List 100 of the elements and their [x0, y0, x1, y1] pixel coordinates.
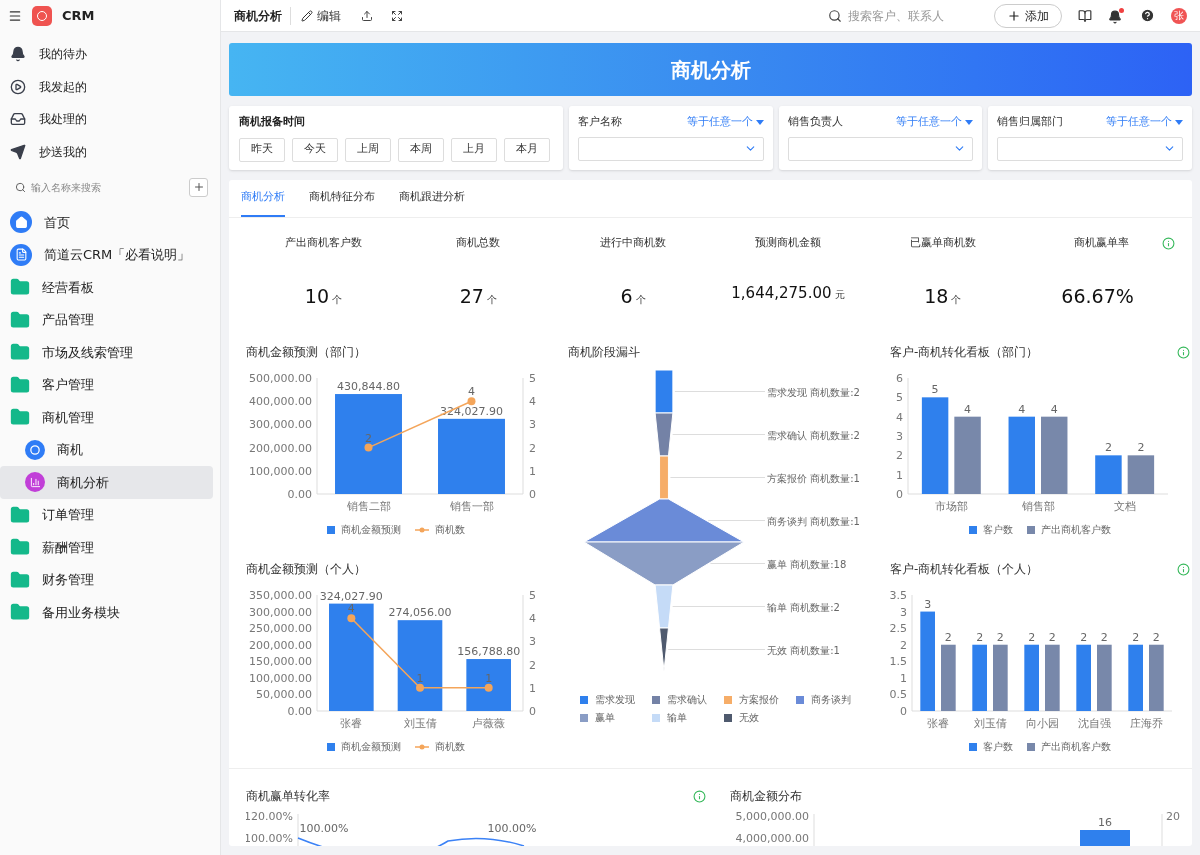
axis-tick-label: 0.00: [287, 705, 312, 718]
filter-label: 商机报备时间: [239, 114, 306, 130]
search-icon: [15, 181, 26, 193]
sidebar-item[interactable]: 抄送我的: [0, 135, 220, 168]
operator-dropdown[interactable]: 等于任意一个: [896, 114, 974, 131]
info-icon[interactable]: [1177, 345, 1190, 359]
axis-category-label: 庄海乔: [1129, 717, 1163, 730]
axis-tick-label: 5: [896, 391, 903, 405]
sidebar-item[interactable]: 我发起的: [0, 70, 220, 103]
book-icon[interactable]: [1078, 8, 1092, 23]
sidebar-item[interactable]: 备用业务模块: [0, 596, 213, 629]
tab[interactable]: 商机跟进分析: [399, 188, 465, 217]
sidebar-item[interactable]: 商机分析: [0, 466, 213, 499]
form-icon: [25, 439, 45, 460]
sidebar-item[interactable]: 经营看板: [0, 271, 213, 304]
funnel-stage-label: 商务谈判 商机数量:1: [767, 515, 860, 527]
axis-category-label: 张睿: [927, 717, 949, 730]
sidebar-item[interactable]: 我的待办: [0, 38, 220, 71]
date-button[interactable]: 昨天: [239, 137, 285, 162]
axis-tick-label: 250,000.00: [249, 622, 312, 636]
legend-label: 客户数: [983, 523, 1013, 537]
operator-dropdown[interactable]: 等于任意一个: [1106, 114, 1183, 131]
legend-label: 商机金额预测: [341, 523, 401, 537]
sidebar-item[interactable]: 简道云CRM「必看说明」: [0, 238, 213, 271]
info-icon[interactable]: [693, 789, 706, 803]
date-button[interactable]: 上周: [345, 137, 391, 162]
legend-swatch: [796, 695, 804, 704]
axis-tick-label: 3: [900, 605, 907, 619]
funnel-stage-label: 方案报价 商机数量:1: [767, 472, 860, 484]
bar-value-label: 156,788.80: [457, 645, 521, 659]
add-button[interactable]: [189, 177, 208, 197]
line-point: [416, 683, 424, 692]
chart-title: 商机金额预测（个人）: [246, 561, 366, 578]
sidebar-item[interactable]: 首页: [0, 206, 213, 239]
axis-tick-label: 2.5: [890, 622, 907, 636]
legend-swatch: [580, 713, 588, 722]
search-icon: [828, 8, 842, 23]
sidebar-item[interactable]: 产品管理: [0, 303, 213, 336]
line-point: [347, 614, 356, 623]
legend-label: 商务谈判: [811, 693, 851, 707]
date-button[interactable]: 上月: [451, 137, 497, 162]
axis-tick-label: 3: [529, 418, 536, 432]
folder-icon: [10, 407, 30, 428]
sidebar-item[interactable]: 市场及线索管理: [0, 336, 213, 369]
sidebar-item[interactable]: 订单管理: [0, 498, 213, 531]
kpi-value: 10: [304, 283, 329, 309]
operator-dropdown[interactable]: 等于任意一个: [686, 114, 764, 131]
pencil-icon: [301, 9, 313, 22]
info-icon[interactable]: [1177, 562, 1190, 576]
kpi-value: 27: [459, 283, 484, 309]
kpi-unit: 个: [332, 292, 342, 307]
sidebar-item[interactable]: 我处理的: [0, 103, 220, 136]
bar-value-label: 2: [1137, 441, 1145, 455]
bar: [941, 644, 956, 711]
bar-value-label: 5: [931, 383, 939, 397]
report-icon: [25, 472, 45, 493]
axis-tick-label: 5,000,000.00: [735, 810, 809, 823]
axis-tick-label: 1.5: [890, 655, 907, 669]
axis-tick-label: 1: [896, 468, 903, 482]
notification-icon[interactable]: [1108, 7, 1124, 24]
select-field[interactable]: [578, 136, 764, 161]
sidebar-item[interactable]: 客户管理: [0, 368, 213, 401]
axis-category-label: 市场部: [934, 500, 968, 513]
tab[interactable]: 商机分析: [241, 188, 285, 217]
axis-tick-label: 400,000.00: [249, 395, 312, 409]
bar: [1095, 455, 1122, 494]
funnel-stage-label: 无效 商机数量:1: [767, 644, 840, 656]
info-icon[interactable]: [1162, 236, 1175, 250]
menu-icon[interactable]: [8, 8, 22, 23]
axis-tick-label: 200,000.00: [249, 638, 312, 652]
app-name: CRM: [62, 6, 95, 25]
bar-value-label: 2: [1104, 441, 1112, 455]
axis-tick-label: 120.00%: [246, 810, 293, 823]
upload-icon[interactable]: [361, 9, 373, 22]
date-button[interactable]: 今天: [292, 137, 338, 162]
search-field[interactable]: 输入名称来搜索: [31, 179, 161, 195]
help-icon[interactable]: [1140, 8, 1155, 23]
point-value-label: 100.00%: [299, 822, 349, 835]
fullscreen-icon[interactable]: [391, 9, 403, 22]
date-button[interactable]: 本月: [504, 137, 550, 162]
folder-icon: [10, 504, 30, 525]
tab[interactable]: 商机特征分布: [309, 188, 375, 217]
kpi-value: 6: [620, 283, 633, 309]
legend-label: 方案报价: [739, 693, 779, 707]
edit-button[interactable]: 编辑: [301, 6, 341, 25]
sidebar-item[interactable]: 商机: [0, 433, 213, 466]
line-point: [467, 397, 476, 406]
legend-label: 商机金额预测: [341, 740, 401, 754]
date-button[interactable]: 本周: [398, 137, 444, 162]
kpi-unit: 个: [951, 292, 962, 307]
select-field[interactable]: [787, 136, 974, 161]
search-field[interactable]: 搜索客户、联系人: [848, 6, 978, 25]
sidebar-item[interactable]: 商机管理: [0, 401, 213, 434]
axis-category-label: 销售部: [1021, 500, 1055, 513]
select-field[interactable]: [997, 136, 1183, 161]
sidebar-item[interactable]: 财务管理: [0, 563, 213, 596]
axis-tick-label: 300,000.00: [249, 605, 312, 619]
funnel-stage-label: 需求发现 商机数量:2: [767, 386, 860, 398]
sidebar-item[interactable]: 薪酬管理: [0, 531, 213, 564]
chart-title: 客户-商机转化看板（部门）: [890, 344, 1040, 361]
